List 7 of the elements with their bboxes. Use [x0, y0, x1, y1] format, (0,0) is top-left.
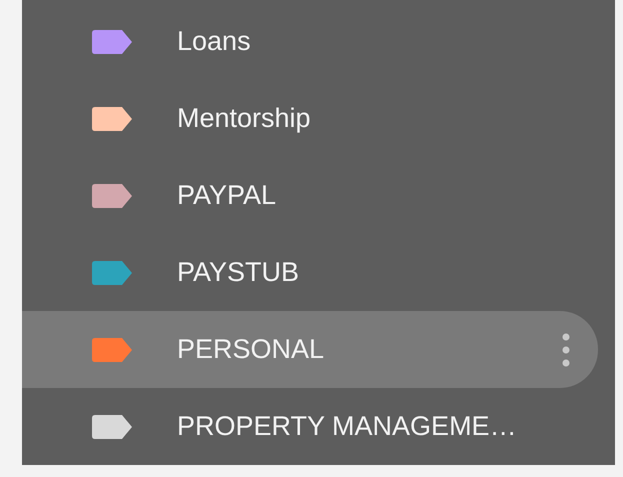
- more-options-icon[interactable]: [562, 332, 570, 366]
- label-item[interactable]: PERSONAL: [22, 311, 598, 388]
- label-item[interactable]: Mentorship: [22, 80, 598, 157]
- label-item[interactable]: PAYSTUB: [22, 234, 598, 311]
- label-item[interactable]: Loans: [22, 3, 598, 80]
- label-item[interactable]: PAYPAL: [22, 157, 598, 234]
- label-item[interactable]: PROPERTY MANAGEME…: [22, 388, 598, 465]
